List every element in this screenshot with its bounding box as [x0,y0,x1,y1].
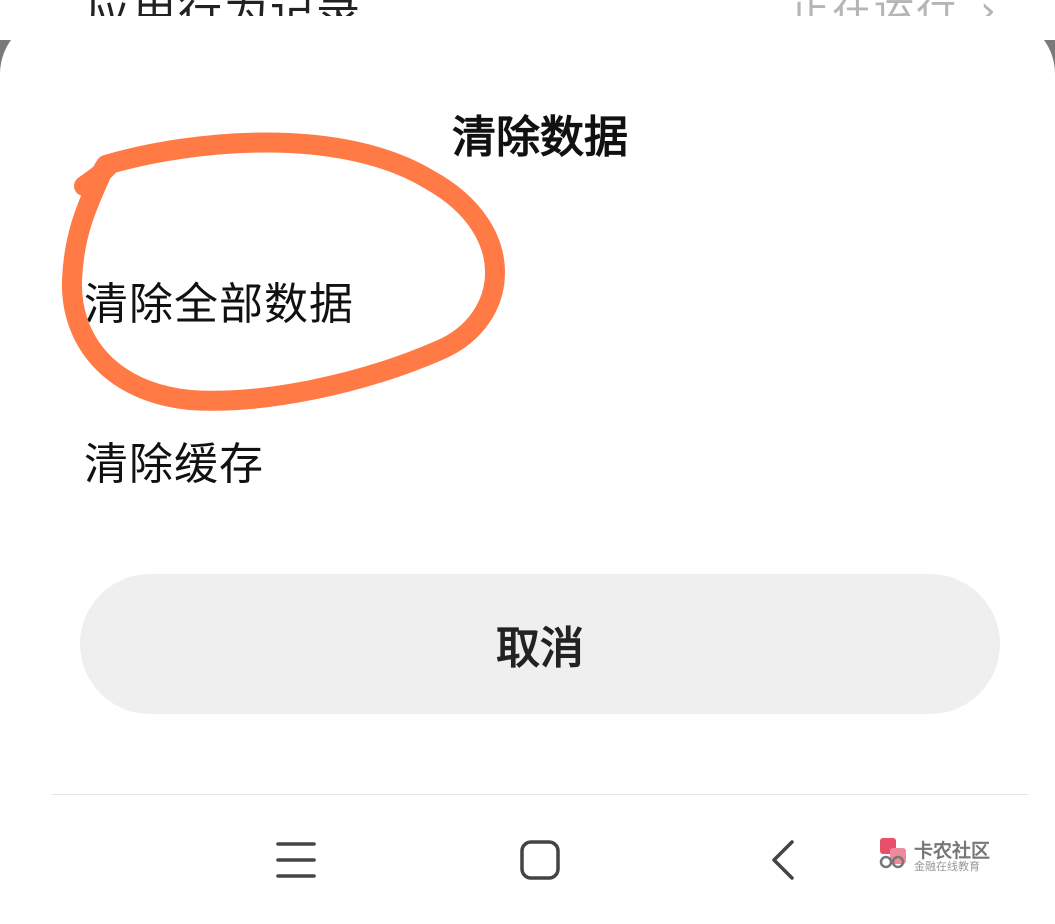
cancel-button-label: 取消 [496,623,584,674]
menu-icon[interactable] [266,830,326,890]
clear-all-data-option[interactable]: 清除全部数据 [84,268,354,332]
watermark-logo-icon [879,838,906,869]
watermark: 卡农社区 金融在线教育 [876,836,1006,876]
clear-cache-option[interactable]: 清除缓存 [84,428,264,492]
cancel-button[interactable]: 取消 [80,574,1000,714]
back-icon[interactable] [754,830,814,890]
watermark-subtitle: 金融在线教育 [914,860,980,873]
nav-divider [52,794,1028,795]
home-icon[interactable] [510,830,570,890]
dialog-title: 清除数据 [452,112,628,163]
